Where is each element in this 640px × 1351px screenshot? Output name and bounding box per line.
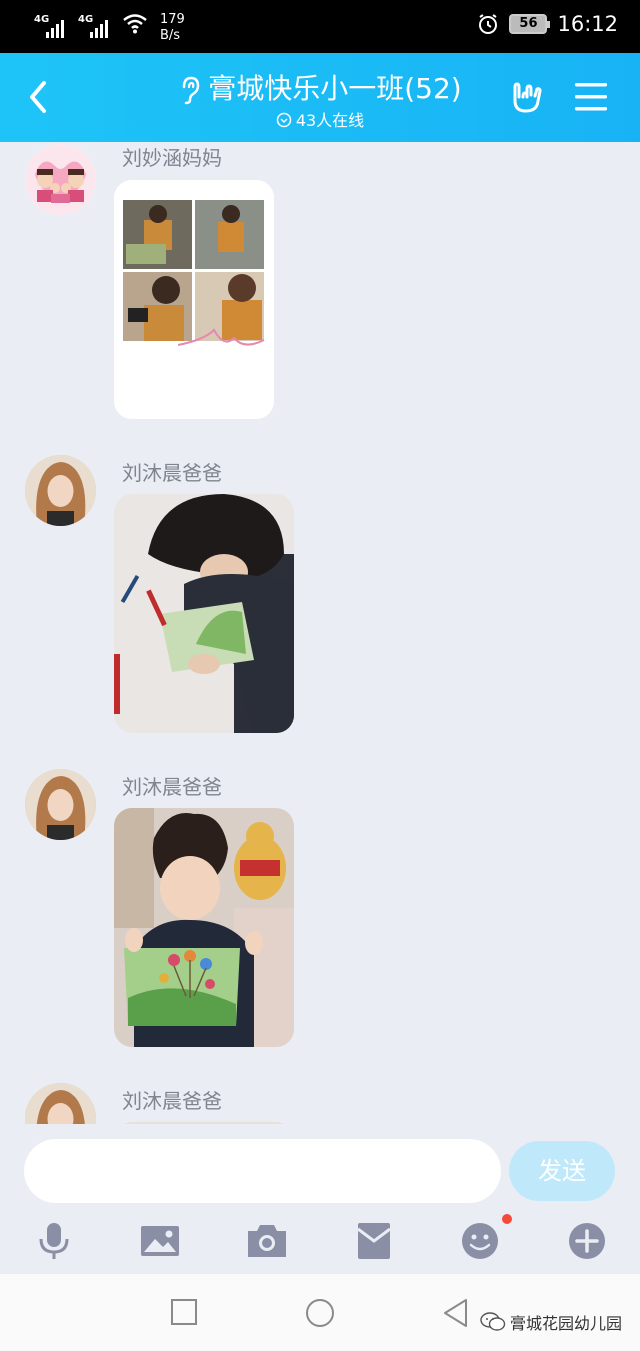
avatar[interactable] <box>25 455 96 526</box>
avatar[interactable] <box>25 144 96 215</box>
wechat-icon <box>480 1312 506 1331</box>
status-left: 4G 4G 179 B/s <box>34 12 185 44</box>
battery-indicator: 56 <box>509 14 551 34</box>
photo-child-holding-drawing <box>114 808 294 1047</box>
woman-portrait-avatar <box>25 1083 96 1124</box>
plus-icon[interactable] <box>565 1219 609 1263</box>
avatar[interactable] <box>25 769 96 840</box>
sender-name: 刘沐晨爸爸 <box>122 1089 222 1113</box>
clock: 16:12 <box>557 12 618 36</box>
sender-name: 刘沐晨爸爸 <box>122 461 222 485</box>
recents-button[interactable] <box>170 1298 198 1326</box>
status-bar: 4G 4G 179 B/s 56 16:12 <box>0 0 640 53</box>
back-nav-button[interactable] <box>442 1298 470 1328</box>
chat-header: 膏城快乐小一班(52) 43人在线 <box>0 53 640 142</box>
home-button[interactable] <box>305 1298 335 1328</box>
image-icon[interactable] <box>138 1219 182 1263</box>
image-message[interactable] <box>114 494 294 733</box>
notification-dot <box>502 1214 512 1224</box>
wifi-icon <box>123 14 147 34</box>
ear-icon <box>183 76 200 105</box>
alarm-icon <box>479 14 498 34</box>
chat-toolbar <box>0 1214 640 1274</box>
chat-area[interactable]: 刘妙涵妈妈 刘沐晨爸爸 刘沐晨爸爸 刘沐晨爸爸 <box>0 142 640 1124</box>
camera-icon[interactable] <box>245 1219 289 1263</box>
send-button[interactable]: 发送 <box>509 1141 615 1201</box>
sender-name: 刘妙涵妈妈 <box>122 146 222 170</box>
online-count-label: 43人在线 <box>295 111 365 130</box>
hand-gesture-icon[interactable] <box>509 79 545 115</box>
watermark-text: 膏城花园幼儿园 <box>510 1314 623 1333</box>
woman-portrait-avatar <box>25 769 96 840</box>
photo-child-drawing <box>114 494 294 733</box>
red-packet-icon[interactable] <box>352 1219 396 1263</box>
signal-icon: 4G <box>34 12 68 38</box>
watermark: 膏城花园幼儿园 <box>480 1310 622 1334</box>
network-speed: 179 B/s <box>160 12 185 44</box>
image-message[interactable] <box>114 808 294 1047</box>
speed-unit: B/s <box>160 28 181 43</box>
photo-collage <box>114 180 274 419</box>
woman-portrait-avatar <box>25 455 96 526</box>
sender-name: 刘沐晨爸爸 <box>122 775 222 799</box>
group-title: 膏城快乐小一班(52) <box>208 72 462 105</box>
avatar[interactable] <box>25 1083 96 1124</box>
message-input[interactable] <box>24 1139 501 1203</box>
signal-icon: 4G <box>78 12 112 38</box>
speed-value: 179 <box>160 12 185 27</box>
family-cartoon-avatar <box>25 144 96 215</box>
microphone-icon[interactable] <box>32 1219 76 1263</box>
chevron-circle-icon <box>276 112 292 128</box>
input-bar: 发送 <box>0 1124 640 1214</box>
emoji-icon[interactable] <box>458 1219 502 1263</box>
status-right: 56 16:12 <box>477 12 618 36</box>
menu-icon[interactable] <box>575 82 607 112</box>
image-message[interactable] <box>114 180 274 419</box>
